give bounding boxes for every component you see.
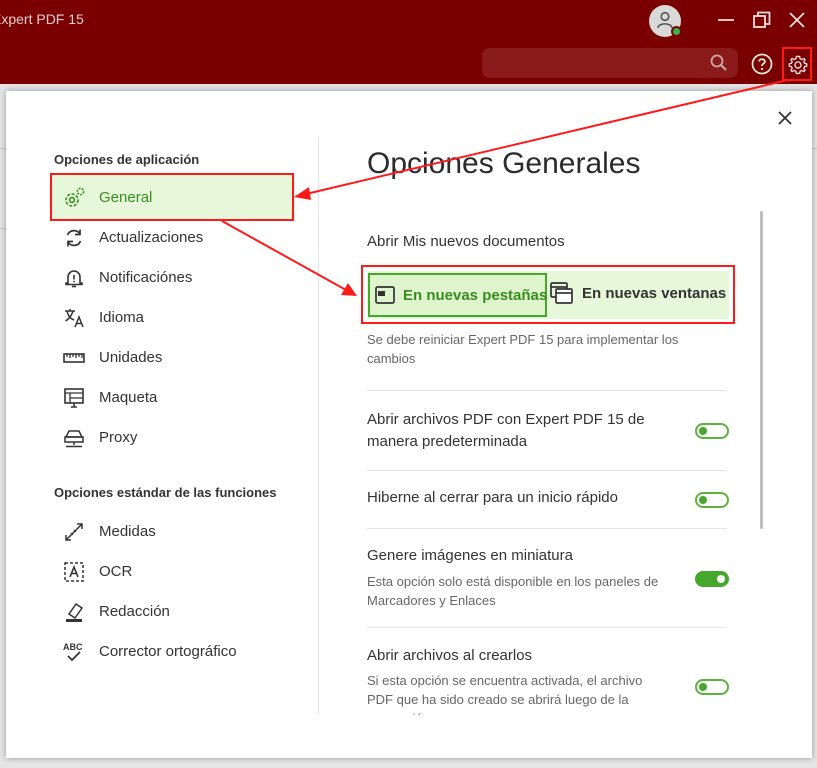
online-status-dot — [671, 26, 682, 37]
options-sidebar: Opciones de aplicación General Actualiza… — [6, 91, 318, 758]
help-button[interactable] — [750, 52, 774, 76]
monitor-layout-icon — [64, 388, 84, 408]
thumbnails-note: Esta opción solo está disponible en los … — [367, 574, 659, 608]
open-on-create-toggle[interactable] — [695, 679, 729, 695]
section-title-feature-options: Opciones estándar de las funciones — [54, 485, 277, 500]
options-content: Opciones Generales Abrir Mis nuevos docu… — [319, 91, 812, 715]
settings-button[interactable] — [782, 47, 812, 81]
ruler-icon — [63, 353, 85, 363]
sidebar-item-label: Redacción — [99, 603, 170, 620]
refresh-icon — [66, 229, 82, 247]
user-avatar[interactable] — [649, 5, 682, 37]
open-on-create-note: Si esta opción se encuentra activada, el… — [367, 673, 643, 715]
section-separator — [367, 528, 727, 529]
thumbnails-label: Genere imágenes en miniatura — [367, 547, 573, 564]
hibernate-toggle[interactable] — [695, 492, 729, 508]
title-bar: Expert PDF 15 — [0, 0, 817, 84]
minimize-button[interactable] — [715, 9, 737, 31]
sidebar-item-label: Maqueta — [99, 389, 158, 406]
section-separator — [367, 627, 727, 628]
eraser-icon — [66, 602, 84, 622]
sidebar-item-label: Medidas — [99, 523, 156, 540]
highlight-general — [50, 173, 294, 221]
sidebar-item-proxy[interactable]: Proxy — [50, 415, 295, 461]
sidebar-item-label: Notificaciónes — [99, 269, 193, 286]
restore-icon — [753, 11, 771, 28]
translate-icon — [65, 309, 84, 328]
sidebar-item-label: Actualizaciones — [99, 229, 204, 246]
options-dialog: Opciones de aplicación General Actualiza… — [6, 91, 812, 758]
background-divider — [812, 148, 817, 149]
close-icon — [789, 12, 805, 28]
restore-button[interactable] — [751, 9, 773, 31]
user-icon — [657, 11, 673, 29]
bell-alert-icon — [65, 270, 83, 288]
sidebar-item-label: OCR — [99, 563, 133, 580]
network-proxy-icon — [64, 430, 84, 448]
spellcheck-icon: ABC — [63, 642, 83, 662]
sidebar-item-label: Idioma — [99, 309, 145, 326]
gear-icon — [788, 55, 808, 75]
thumbnails-toggle[interactable] — [695, 571, 729, 587]
section-separator — [367, 390, 727, 391]
sidebar-item-label: Proxy — [99, 429, 138, 446]
sidebar-item-label: Corrector ortográfico — [99, 643, 237, 660]
highlight-open-mode — [361, 265, 735, 324]
ocr-scan-icon — [64, 562, 84, 582]
open-documents-label: Abrir Mis nuevos documentos — [367, 233, 565, 250]
content-scrollbar[interactable] — [760, 211, 763, 529]
minimize-icon — [718, 19, 734, 21]
sidebar-item-label: Unidades — [99, 349, 163, 366]
search-icon — [710, 54, 727, 71]
restart-note: Se debe reiniciar Expert PDF 15 para imp… — [367, 332, 679, 366]
window-close-button[interactable] — [786, 9, 808, 31]
default-pdf-label: Abrir archivos PDF con Expert PDF 15 de … — [367, 411, 645, 450]
measure-icon — [65, 523, 83, 541]
sidebar-item-spellcheck[interactable]: ABC Corrector ortográfico — [50, 629, 295, 675]
svg-text:ABC: ABC — [63, 642, 83, 652]
hibernate-label: Hiberne al cerrar para un inicio rápido — [367, 489, 618, 506]
search-input[interactable] — [482, 48, 738, 78]
app-title: Expert PDF 15 — [0, 11, 84, 27]
open-on-create-label: Abrir archivos al crearlos — [367, 647, 533, 664]
section-separator — [367, 470, 727, 471]
page-title: Opciones Generales — [367, 147, 641, 180]
section-title-app-options: Opciones de aplicación — [54, 152, 200, 167]
help-icon — [751, 53, 773, 75]
default-pdf-toggle[interactable] — [695, 423, 729, 439]
